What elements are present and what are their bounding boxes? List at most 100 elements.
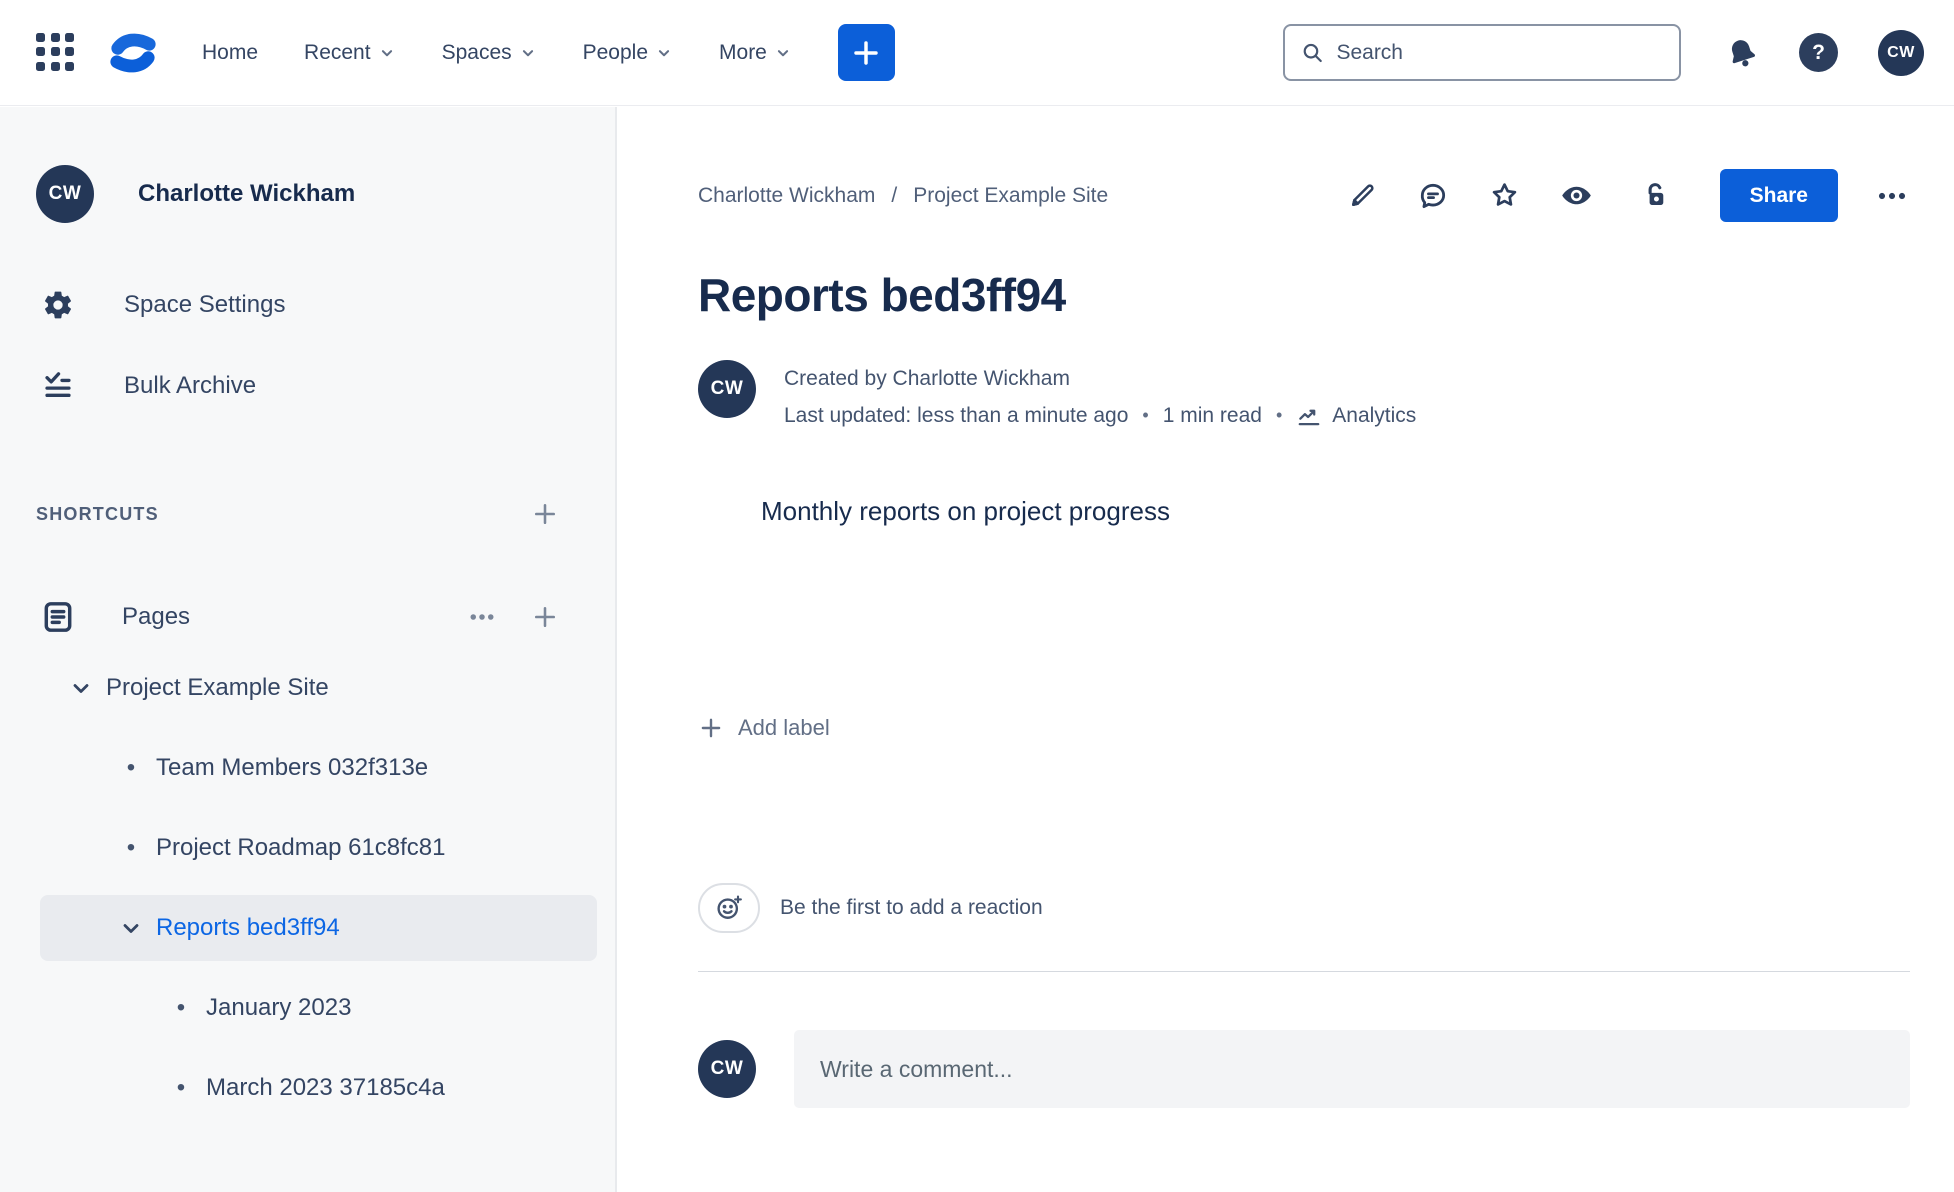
byline: CW Created by Charlotte Wickham Last upd… [698, 360, 1910, 434]
nav-more-label: More [719, 40, 767, 64]
bullet-icon: • [176, 994, 186, 1021]
nav-spaces-label: Spaces [441, 40, 512, 64]
shortcuts-title: SHORTCUTS [36, 503, 159, 524]
tree-item[interactable]: • Team Members 032f313e [40, 728, 597, 808]
nav-more[interactable]: More [719, 41, 792, 65]
meta-dot: • [1142, 405, 1149, 425]
plus-icon [534, 606, 556, 628]
chevron-down-icon[interactable] [119, 916, 143, 940]
create-button[interactable] [837, 24, 895, 81]
tree-item[interactable]: Reports bed3ff94 [40, 895, 597, 961]
pages-label: Pages [122, 603, 191, 630]
page-tree: Project Example Site • Team Members 032f31… [0, 648, 615, 1128]
reactions-section: Be the first to add a reaction [698, 883, 1910, 933]
tree-item[interactable]: • March 2023 37185c4a [40, 1048, 597, 1128]
page-header: Charlotte Wickham / Project Example Site [698, 169, 1910, 222]
emoji-add-icon [717, 895, 742, 919]
comment-icon[interactable] [1415, 178, 1451, 214]
breadcrumb-parent-link[interactable]: Project Example Site [913, 184, 1108, 208]
tree-item[interactable]: • January 2023 [40, 968, 597, 1048]
edit-pencil-icon[interactable] [1345, 179, 1379, 213]
meta-dot: • [1275, 405, 1283, 425]
confluence-logo-icon[interactable] [106, 26, 160, 80]
search-field[interactable] [1283, 24, 1681, 81]
nav-home-label: Home [202, 40, 259, 64]
add-label-text: Add label [738, 715, 830, 740]
page-actions: Share [1345, 169, 1910, 222]
top-navigation-bar: Home Recent Spaces People More Search ? … [0, 0, 1954, 106]
nav-recent[interactable]: Recent [304, 41, 396, 65]
analytics-chart-icon [1298, 409, 1320, 425]
page-title: Reports bed3ff94 [698, 269, 1066, 321]
unlock-icon[interactable] [1637, 178, 1672, 213]
more-ellipsis-icon[interactable] [1874, 178, 1910, 214]
add-shortcut-button[interactable] [527, 496, 563, 532]
tree-item-label: January 2023 [206, 994, 352, 1021]
tree-item-label: Team Members 032f313e [156, 754, 429, 781]
chevron-down-icon [658, 49, 670, 56]
star-icon[interactable] [1487, 178, 1522, 213]
nav-people[interactable]: People [583, 41, 673, 65]
sidebar-item-space-settings[interactable]: Space Settings [0, 277, 615, 333]
nav-recent-label: Recent [304, 40, 371, 64]
author-avatar[interactable]: CW [698, 360, 756, 418]
sidebar-item-label: Bulk Archive [124, 372, 257, 399]
plus-icon [701, 718, 721, 738]
search-input[interactable] [1336, 40, 1663, 65]
bulk-archive-icon [45, 372, 71, 397]
tree-item-label: Reports bed3ff94 [156, 914, 340, 941]
app-switcher-icon[interactable] [36, 32, 76, 73]
notifications-bell-icon[interactable] [1721, 31, 1764, 74]
bullet-icon: • [126, 754, 136, 781]
plus-icon [854, 40, 879, 65]
topbar-right-cluster: ? CW [1725, 29, 1924, 76]
sidebar-item-bulk-archive[interactable]: Bulk Archive [0, 358, 615, 414]
tree-item-label: Project Example Site [106, 674, 329, 701]
commenter-avatar: CW [698, 1040, 756, 1098]
comment-input-box[interactable] [794, 1030, 1910, 1108]
chevron-down-icon[interactable] [69, 676, 93, 700]
pages-more-ellipsis-icon[interactable] [463, 598, 501, 636]
watch-eye-icon[interactable] [1558, 177, 1595, 214]
bullet-icon: • [126, 834, 136, 861]
pages-section-header[interactable]: Pages [0, 598, 615, 636]
search-icon [1303, 43, 1322, 62]
tree-item[interactable]: • Project Roadmap 61c8fc81 [40, 808, 597, 888]
chevron-down-icon [522, 49, 533, 56]
user-avatar[interactable]: CW [1878, 29, 1924, 76]
reaction-prompt-text: Be the first to add a reaction [780, 896, 1043, 919]
shortcuts-section-header: SHORTCUTS [0, 496, 615, 532]
comment-section: CW [698, 1030, 1910, 1108]
space-name: Charlotte Wickham [138, 180, 356, 207]
plus-icon [534, 503, 556, 525]
analytics-label: Analytics [1332, 404, 1417, 427]
tree-item[interactable]: Project Example Site [40, 648, 597, 728]
space-header[interactable]: CW Charlotte Wickham [0, 107, 615, 223]
created-by-text: Created by Charlotte Wickham [784, 367, 1070, 390]
page-content: Charlotte Wickham / Project Example Site [619, 107, 1954, 1192]
gear-icon [45, 291, 71, 319]
last-updated-text[interactable]: Last updated: less than a minute ago [784, 397, 1128, 434]
breadcrumb: Charlotte Wickham / Project Example Site [698, 184, 1108, 208]
analytics-link[interactable]: Analytics [1296, 397, 1416, 434]
bullet-icon: • [176, 1074, 186, 1101]
primary-nav: Home Recent Spaces People More [202, 41, 792, 65]
page-body-text: Monthly reports on project progress [761, 496, 1170, 526]
sidebar-item-label: Space Settings [124, 291, 286, 318]
add-label-button[interactable]: Add label [698, 715, 830, 741]
add-page-button[interactable] [527, 599, 563, 635]
pages-icon [44, 602, 72, 632]
breadcrumb-space-link[interactable]: Charlotte Wickham [698, 184, 875, 208]
chevron-down-icon [381, 49, 392, 56]
comments-divider [698, 971, 1910, 972]
comment-input[interactable] [820, 1055, 1884, 1083]
nav-home[interactable]: Home [202, 41, 258, 65]
nav-spaces[interactable]: Spaces [442, 41, 537, 65]
space-sidebar: CW Charlotte Wickham Space Settings Bulk… [0, 107, 617, 1192]
chevron-down-icon [777, 49, 788, 56]
add-reaction-button[interactable] [698, 883, 760, 933]
read-time-text: 1 min read [1162, 404, 1262, 427]
help-icon[interactable]: ? [1799, 33, 1838, 72]
share-button[interactable]: Share [1719, 169, 1838, 222]
breadcrumb-separator: / [891, 183, 898, 207]
